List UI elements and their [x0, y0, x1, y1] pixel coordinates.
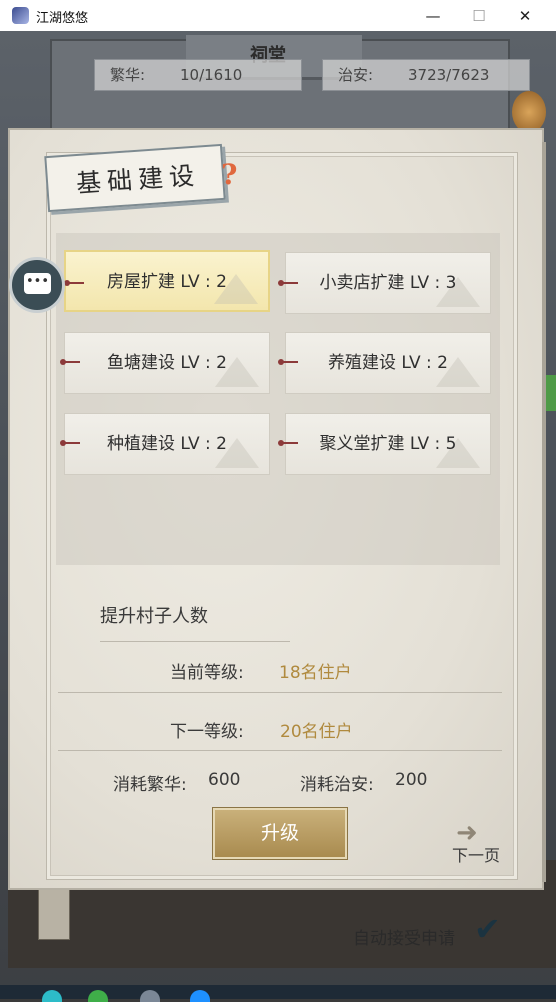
current-level-label: 当前等级: [170, 663, 244, 683]
divider [58, 750, 502, 751]
connector-pin [64, 280, 84, 286]
prosperity-stat: 繁华: 10/1610 [94, 59, 302, 91]
app-icon [12, 7, 29, 24]
security-label: 治安: [338, 66, 374, 84]
cost-prosperity-label: 消耗繁华: [113, 775, 187, 795]
help-icon[interactable]: ? [221, 158, 237, 191]
panel-edge [542, 142, 546, 882]
chat-icon: ••• [24, 273, 51, 294]
cost-prosperity-value: 600 [208, 770, 241, 790]
connector-pin [278, 280, 298, 286]
minimize-button[interactable]: — [410, 3, 456, 29]
upgrade-button[interactable]: 升级 [213, 808, 347, 859]
building-card-label: 聚义堂扩建 LV : 5 [319, 434, 457, 454]
security-value: 3723/7623 [408, 66, 490, 84]
next-level-label: 下一等级: [170, 722, 244, 742]
window-titlebar: 江湖悠悠 — ☐ ✕ [0, 0, 556, 32]
prosperity-value: 10/1610 [180, 66, 243, 84]
window-title: 江湖悠悠 [36, 11, 89, 26]
connector-pin [278, 440, 298, 446]
chat-button[interactable]: ••• [9, 257, 65, 313]
building-card-shop[interactable]: 小卖店扩建 LV : 3 [285, 252, 491, 314]
building-card-label: 房屋扩建 LV : 2 [107, 272, 227, 292]
current-level-value: 18名住户 [279, 663, 352, 683]
building-card-label: 鱼塘建设 LV : 2 [107, 353, 227, 373]
next-level-value: 20名住户 [280, 722, 353, 742]
cost-security-label: 消耗治安: [300, 775, 374, 795]
building-card-planting[interactable]: 种植建设 LV : 2 [64, 413, 270, 475]
divider [100, 641, 290, 642]
connector-pin [60, 440, 80, 446]
building-card-label: 种植建设 LV : 2 [107, 434, 227, 454]
taskbar [0, 985, 556, 999]
security-stat: 治安: 3723/7623 [322, 59, 530, 91]
divider [58, 692, 502, 693]
building-card-hall[interactable]: 聚义堂扩建 LV : 5 [285, 413, 491, 475]
building-card-label: 小卖店扩建 LV : 3 [319, 273, 457, 293]
next-page-button[interactable]: 下一页 [452, 842, 500, 866]
connector-pin [278, 359, 298, 365]
maximize-button[interactable]: ☐ [456, 3, 502, 29]
checkmark-icon[interactable]: ✔ [474, 912, 510, 946]
prosperity-label: 繁华: [110, 66, 146, 84]
building-card-fishpond[interactable]: 鱼塘建设 LV : 2 [64, 332, 270, 394]
side-tab[interactable] [546, 375, 556, 411]
auto-accept-label: 自动接受申请 [353, 929, 455, 949]
lantern-icon [512, 91, 546, 133]
close-button[interactable]: ✕ [502, 3, 548, 29]
cost-security-value: 200 [395, 770, 428, 790]
building-card-label: 养殖建设 LV : 2 [328, 353, 448, 373]
building-card-housing[interactable]: 房屋扩建 LV : 2 [64, 250, 270, 312]
building-card-farming[interactable]: 养殖建设 LV : 2 [285, 332, 491, 394]
connector-pin [60, 359, 80, 365]
upgrade-description: 提升村子人数 [100, 606, 208, 627]
